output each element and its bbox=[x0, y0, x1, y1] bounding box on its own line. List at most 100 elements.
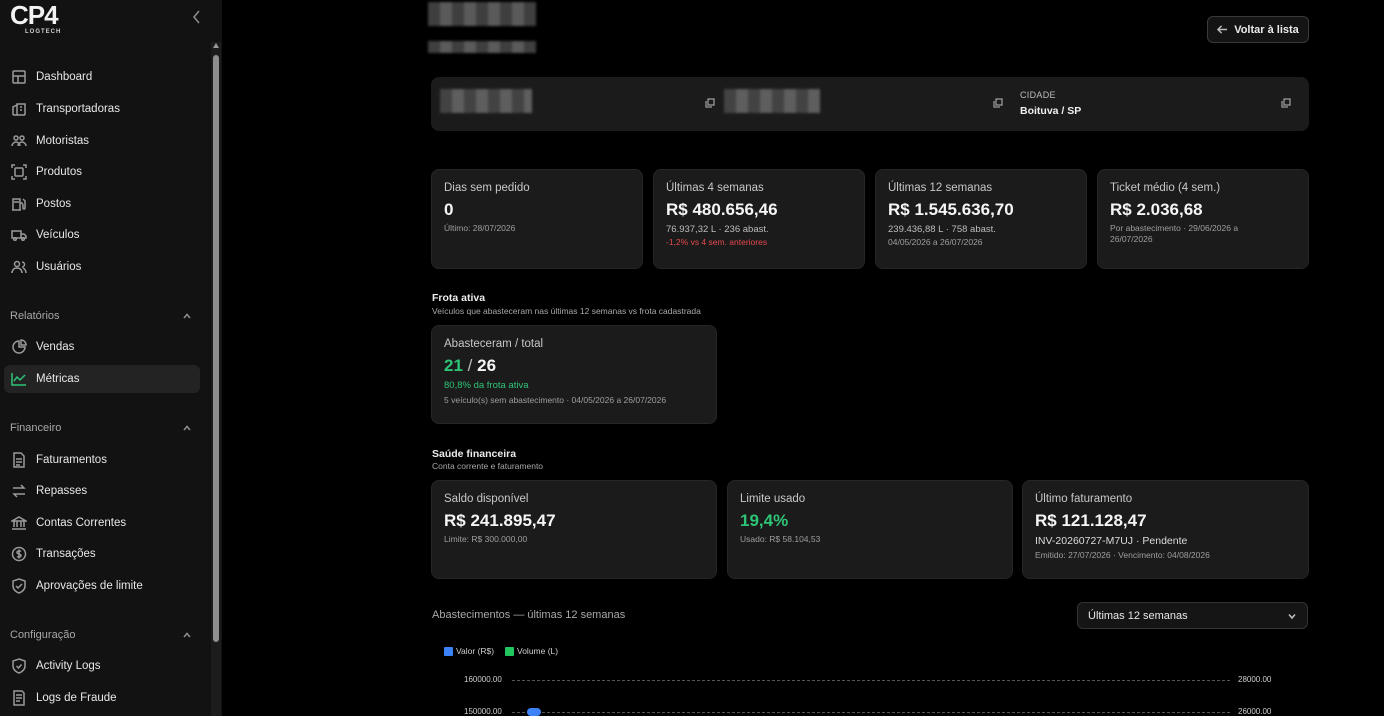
sidebar-item-label: Métricas bbox=[36, 373, 80, 385]
collapse-sidebar-button[interactable] bbox=[190, 8, 204, 26]
dashboard-icon bbox=[10, 68, 28, 86]
sidebar-item-label: Transportadoras bbox=[36, 103, 120, 115]
shield-check-icon bbox=[10, 657, 28, 675]
finance-card-title: Limite usado bbox=[740, 493, 806, 505]
sidebar-item-label: Dashboard bbox=[36, 71, 93, 83]
legend-item-valor[interactable]: Valor (R$) bbox=[444, 646, 494, 656]
arrow-left-icon bbox=[1217, 25, 1228, 34]
finance-card-value: R$ 241.895,47 bbox=[444, 511, 556, 530]
sidebar-item-usuarios[interactable]: Usuários bbox=[4, 253, 200, 281]
section-title: Relatórios bbox=[10, 310, 60, 322]
scroll-up-arrow-icon[interactable] bbox=[213, 43, 219, 48]
fleet-section-subtitle: Veículos que abasteceram nas últimas 12 … bbox=[432, 306, 701, 316]
sidebar-item-transportadoras[interactable]: Transportadoras bbox=[4, 95, 200, 123]
sidebar-item-produtos[interactable]: Produtos bbox=[4, 158, 200, 186]
finance-card-title: Último faturamento bbox=[1035, 493, 1133, 505]
sidebar-item-contas-correntes[interactable]: Contas Correntes bbox=[4, 509, 200, 537]
finance-card-note: Usado: R$ 58.104,53 bbox=[740, 534, 821, 544]
back-to-list-button[interactable]: Voltar à lista bbox=[1207, 16, 1309, 43]
period-select[interactable]: Últimas 12 semanas bbox=[1077, 602, 1308, 629]
fleet-section-title: Frota ativa bbox=[432, 292, 486, 304]
redacted-subtitle bbox=[428, 41, 536, 53]
sidebar-item-label: Vendas bbox=[36, 341, 75, 353]
sidebar-item-vendas[interactable]: Vendas bbox=[4, 333, 200, 361]
kpi-title: Ticket médio (4 sem.) bbox=[1110, 182, 1221, 194]
chevron-down-icon bbox=[1288, 613, 1296, 619]
sidebar-item-label: Repasses bbox=[36, 485, 88, 497]
fleet-active-count: 21 bbox=[444, 356, 463, 375]
kpi-title: Últimas 4 semanas bbox=[666, 182, 764, 194]
sidebar-item-metricas[interactable]: Métricas bbox=[4, 365, 200, 393]
sidebar-item-activity-logs[interactable]: Activity Logs bbox=[4, 652, 200, 680]
sidebar-item-transacoes[interactable]: Transações bbox=[4, 540, 200, 568]
kpi-period: 04/05/2026 a 26/07/2026 bbox=[888, 237, 983, 247]
sidebar-item-dashboard[interactable]: Dashboard bbox=[4, 63, 200, 91]
shield-icon bbox=[10, 577, 28, 595]
sidebar-scroll-thumb[interactable] bbox=[213, 55, 219, 642]
copy-icon[interactable] bbox=[705, 95, 715, 108]
kpi-value: R$ 1.545.636,70 bbox=[888, 200, 1014, 219]
finance-card-value: 19,4% bbox=[740, 511, 789, 530]
back-button-label: Voltar à lista bbox=[1234, 23, 1299, 36]
copy-icon[interactable] bbox=[993, 95, 1003, 108]
sidebar-item-veiculos[interactable]: Veículos bbox=[4, 221, 200, 249]
legend-label: Volume (L) bbox=[517, 646, 559, 656]
fuel-icon bbox=[10, 195, 28, 213]
section-relatorios[interactable]: Relatórios bbox=[10, 307, 192, 325]
sidebar-item-motoristas[interactable]: Motoristas bbox=[4, 127, 200, 155]
finance-section-subtitle: Conta corrente e faturamento bbox=[432, 461, 544, 471]
chevron-up-icon bbox=[183, 425, 191, 431]
section-title: Configuração bbox=[10, 629, 76, 641]
kpi-value: R$ 480.656,46 bbox=[666, 200, 778, 219]
kpi-card-12-semanas: Últimas 12 semanas R$ 1.545.636,70 239.4… bbox=[875, 169, 1087, 269]
redacted-title bbox=[428, 2, 536, 26]
chart-plot-area bbox=[527, 708, 541, 716]
data-point-valor[interactable] bbox=[527, 708, 541, 716]
transfer-icon bbox=[10, 482, 28, 500]
finance-card-faturamento: Último faturamento R$ 121.128,47 INV-202… bbox=[1022, 480, 1309, 579]
file-alert-icon bbox=[10, 689, 28, 707]
logo[interactable]: CP4 LOGTECH bbox=[10, 2, 80, 36]
sidebar-item-faturamentos[interactable]: Faturamentos bbox=[4, 446, 200, 474]
kpi-sub: 239.436,88 L · 758 abast. bbox=[888, 224, 996, 235]
kpi-sub: 76.937,32 L · 236 abast. bbox=[666, 224, 769, 235]
kpi-value: 0 bbox=[444, 200, 454, 219]
y-right-tick: 26000.00 bbox=[1238, 707, 1272, 716]
finance-card-saldo: Saldo disponível R$ 241.895,47 Limite: R… bbox=[431, 480, 717, 579]
redacted-field-2 bbox=[724, 89, 820, 113]
finance-card-limite: Limite usado 19,4% Usado: R$ 58.104,53 bbox=[727, 480, 1013, 579]
kpi-title: Dias sem pedido bbox=[444, 182, 530, 194]
legend-swatch bbox=[444, 646, 453, 656]
document-icon bbox=[10, 451, 28, 469]
sidebar-item-label: Faturamentos bbox=[36, 454, 107, 466]
y-right-tick: 28000.00 bbox=[1238, 675, 1272, 684]
chart-pie-icon bbox=[10, 338, 28, 356]
bank-icon bbox=[10, 514, 28, 532]
kpi-card-ticket-medio: Ticket médio (4 sem.) R$ 2.036,68 Por ab… bbox=[1097, 169, 1309, 269]
finance-card-value: R$ 121.128,47 bbox=[1035, 511, 1147, 530]
box-icon bbox=[10, 163, 28, 181]
sidebar-item-repasses[interactable]: Repasses bbox=[4, 477, 200, 505]
chevron-up-icon bbox=[183, 632, 191, 638]
sidebar-item-label: Aprovações de limite bbox=[36, 580, 143, 592]
sidebar-item-aprovacoes-limite[interactable]: Aprovações de limite bbox=[4, 572, 200, 600]
section-financeiro[interactable]: Financeiro bbox=[10, 419, 192, 437]
sidebar-item-logs-fraude[interactable]: Logs de Fraude bbox=[4, 684, 200, 712]
legend-item-volume[interactable]: Volume (L) bbox=[505, 646, 558, 656]
kpi-card-dias-sem-pedido: Dias sem pedido 0 Último: 28/07/2026 bbox=[431, 169, 643, 269]
copy-icon[interactable] bbox=[1281, 95, 1291, 108]
city-value: Boituva / SP bbox=[1020, 105, 1082, 117]
sidebar-item-postos[interactable]: Postos bbox=[4, 190, 200, 218]
fleet-separator: / bbox=[467, 356, 473, 375]
fleet-note: 5 veículo(s) sem abastecimento · 04/05/2… bbox=[444, 395, 667, 405]
section-title: Financeiro bbox=[10, 422, 62, 434]
sidebar-item-label: Produtos bbox=[36, 166, 83, 178]
section-configuracao[interactable]: Configuração bbox=[10, 626, 192, 644]
y-left-tick: 150000.00 bbox=[464, 707, 502, 716]
kpi-sub: Último: 28/07/2026 bbox=[444, 223, 516, 233]
finance-section-title: Saúde financeira bbox=[432, 448, 517, 460]
period-select-value: Últimas 12 semanas bbox=[1088, 609, 1188, 622]
kpi-value: R$ 2.036,68 bbox=[1110, 200, 1203, 219]
sidebar: CP4 LOGTECH Dashboard Transportadoras Mo… bbox=[0, 0, 222, 716]
kpi-card-4-semanas: Últimas 4 semanas R$ 480.656,46 76.937,3… bbox=[653, 169, 865, 269]
